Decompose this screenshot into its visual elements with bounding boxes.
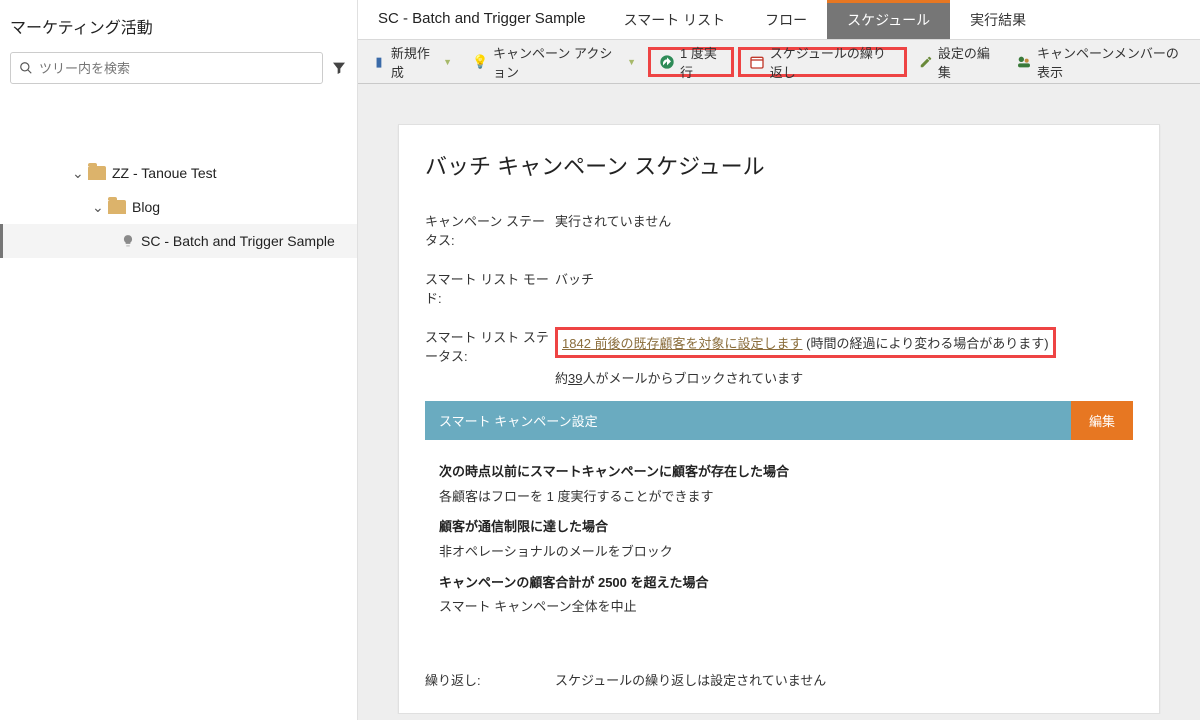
tab-schedule[interactable]: スケジュール (827, 0, 950, 39)
search-box[interactable] (10, 52, 323, 84)
settings-title: スマート キャンペーン設定 (425, 401, 1071, 440)
repeat-row: 繰り返し: スケジュールの繰り返しは設定されていません (425, 670, 1133, 689)
view-members-button[interactable]: キャンペーンメンバーの表示 (1008, 47, 1194, 77)
search-input[interactable] (39, 61, 314, 76)
label: 1 度実行 (680, 43, 723, 81)
chevron-down-icon: ▼ (443, 57, 452, 67)
tab-flow[interactable]: フロー (745, 0, 827, 39)
smartlist-status-highlight: 1842 前後の既存顧客を対象に設定します (時間の経過により変わる場合がありま… (555, 327, 1056, 358)
run-once-button[interactable]: 1 度実行 (648, 47, 734, 77)
tree-label: Blog (132, 199, 160, 215)
content: バッチ キャンペーン スケジュール キャンペーン ステータス: 実行されていませ… (358, 84, 1200, 714)
repeat-value: スケジュールの繰り返しは設定されていません (555, 670, 826, 689)
schedule-recurrence-button[interactable]: スケジュールの繰り返し (738, 47, 907, 77)
tree-node-zz[interactable]: ⌄ ZZ - Tanoue Test (0, 156, 357, 190)
settings-edit-button[interactable]: 編集 (1071, 401, 1133, 440)
main: SC - Batch and Trigger Sample スマート リスト フ… (358, 0, 1200, 720)
calendar-icon (749, 54, 765, 70)
tab-results[interactable]: 実行結果 (950, 0, 1046, 39)
chevron-down-icon: ⌄ (92, 199, 102, 216)
rule2-heading: 顧客が通信制限に達した場合 (439, 515, 1119, 540)
rule2-text: 非オペレーショナルのメールをブロック (439, 540, 1119, 565)
chevron-down-icon: ▼ (627, 57, 636, 67)
label: スケジュールの繰り返し (770, 43, 896, 81)
smartlist-mode-label: スマート リスト モード: (425, 269, 555, 307)
smartlist-link-text: 前後の既存顧客を対象に設定します (591, 336, 803, 351)
search-icon (19, 61, 33, 75)
lightbulb-icon (121, 234, 135, 248)
repeat-label: 繰り返し: (425, 670, 555, 689)
members-icon (1016, 54, 1032, 70)
tree-node-blog[interactable]: ⌄ Blog (0, 190, 357, 224)
lightbulb-icon: 💡 (472, 54, 488, 70)
rule3-heading: キャンペーンの顧客合計が 2500 を超えた場合 (439, 571, 1119, 596)
blocked-suffix: 人がメールからブロックされています (582, 371, 803, 386)
smartlist-status-label: スマート リスト ステータス: (425, 327, 555, 387)
edit-icon (919, 54, 933, 70)
smartlist-note: (時間の経過により変わる場合があります) (803, 336, 1049, 351)
smartlist-mode-value: バッチ (555, 269, 1133, 307)
settings-body: 次の時点以前にスマートキャンペーンに顧客が存在した場合 各顧客はフローを 1 度… (425, 440, 1133, 642)
run-once-icon (659, 54, 675, 70)
label: キャンペーンメンバーの表示 (1037, 43, 1186, 81)
schedule-card: バッチ キャンペーン スケジュール キャンペーン ステータス: 実行されていませ… (398, 124, 1160, 714)
blocked-row: 約39人がメールからブロックされています (555, 368, 1133, 387)
page-heading: バッチ キャンペーン スケジュール (425, 149, 1133, 211)
sidebar-title: マーケティング活動 (0, 0, 357, 52)
folder-icon (108, 200, 126, 214)
chevron-down-icon: ⌄ (72, 165, 82, 182)
blocked-prefix: 約 (555, 371, 568, 386)
rule1-heading: 次の時点以前にスマートキャンペーンに顧客が存在した場合 (439, 460, 1119, 485)
new-icon: ▮ (372, 54, 386, 70)
label: 設定の編集 (938, 43, 996, 81)
settings-bar: スマート キャンペーン設定 編集 (425, 401, 1133, 440)
new-button[interactable]: ▮ 新規作成 ▼ (364, 47, 460, 77)
blocked-count[interactable]: 39 (568, 371, 582, 386)
smartlist-count: 1842 (562, 336, 591, 351)
tree-node-campaign[interactable]: SC - Batch and Trigger Sample (0, 224, 357, 258)
label: 新規作成 (391, 43, 436, 81)
campaign-status-row: キャンペーン ステータス: 実行されていません (425, 211, 1133, 249)
smartlist-mode-row: スマート リスト モード: バッチ (425, 269, 1133, 307)
filter-icon[interactable] (331, 60, 347, 76)
campaign-status-label: キャンペーン ステータス: (425, 211, 555, 249)
tree-label: SC - Batch and Trigger Sample (141, 233, 335, 249)
sidebar: マーケティング活動 ⌄ ZZ - Tanoue Test ⌄ Blog (0, 0, 358, 720)
tab-smartlist[interactable]: スマート リスト (604, 0, 745, 39)
search-row (0, 52, 357, 96)
tabs: SC - Batch and Trigger Sample スマート リスト フ… (358, 0, 1200, 40)
smartlist-count-link[interactable]: 1842 前後の既存顧客を対象に設定します (562, 336, 803, 351)
smartlist-status-row: スマート リスト ステータス: 1842 前後の既存顧客を対象に設定します (時… (425, 327, 1133, 387)
tree: ⌄ ZZ - Tanoue Test ⌄ Blog SC - Batch and… (0, 96, 357, 258)
campaign-name: SC - Batch and Trigger Sample (368, 0, 604, 39)
label: キャンペーン アクション (493, 43, 620, 81)
campaign-actions-button[interactable]: 💡 キャンペーン アクション ▼ (464, 47, 644, 77)
rule1-text: 各顧客はフローを 1 度実行することができます (439, 485, 1119, 510)
rule3-text: スマート キャンペーン全体を中止 (439, 595, 1119, 620)
toolbar: ▮ 新規作成 ▼ 💡 キャンペーン アクション ▼ 1 度実行 スケジュールの繰… (358, 40, 1200, 84)
campaign-status-value: 実行されていません (555, 211, 1133, 249)
folder-icon (88, 166, 106, 180)
edit-settings-button[interactable]: 設定の編集 (911, 47, 1004, 77)
tree-label: ZZ - Tanoue Test (112, 165, 217, 181)
